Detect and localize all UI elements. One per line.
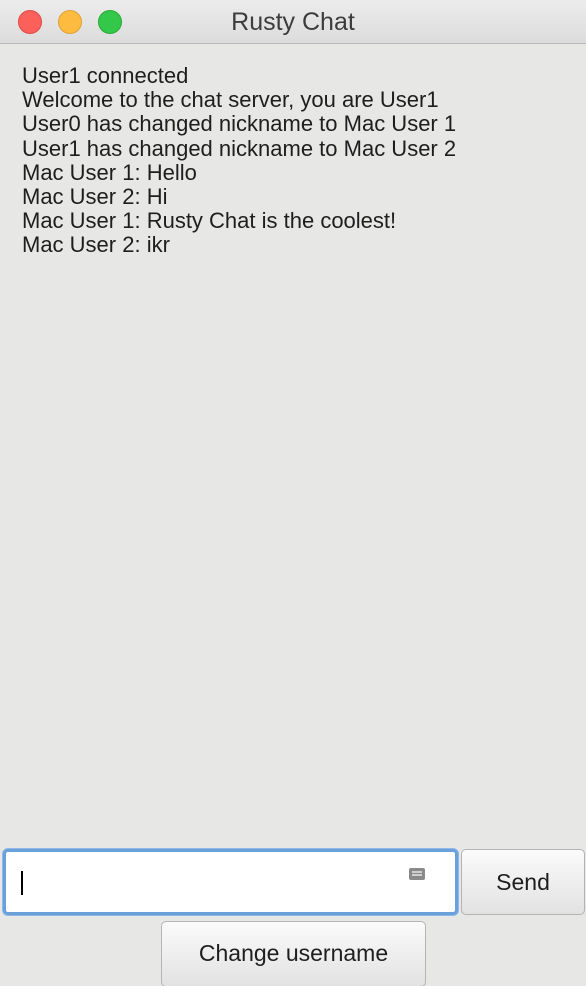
chat-message: Mac User 1: Hello bbox=[22, 159, 197, 185]
window-title: Rusty Chat bbox=[231, 8, 355, 36]
keyboard-icon bbox=[409, 868, 425, 880]
change-username-button[interactable]: Change username bbox=[161, 921, 426, 986]
title-bar[interactable]: Rusty Chat bbox=[0, 0, 586, 44]
chat-message: Mac User 2: Hi bbox=[22, 184, 168, 210]
chat-message: User0 has changed nickname to Mac User 1 bbox=[22, 111, 457, 137]
chat-log: User1 connected Welcome to the chat serv… bbox=[22, 63, 572, 258]
chat-window: Rusty Chat User1 connected Welcome to th… bbox=[0, 0, 586, 986]
send-button[interactable]: Send bbox=[461, 849, 585, 915]
chat-message: Welcome to the chat server, you are User… bbox=[22, 87, 439, 113]
chat-message: User1 connected bbox=[22, 63, 189, 88]
chat-message: User1 has changed nickname to Mac User 2 bbox=[22, 135, 457, 161]
message-input[interactable] bbox=[3, 849, 458, 915]
chat-message: Mac User 2: ikr bbox=[22, 232, 170, 258]
chat-message: Mac User 1: Rusty Chat is the coolest! bbox=[22, 208, 397, 234]
text-caret bbox=[21, 871, 23, 895]
